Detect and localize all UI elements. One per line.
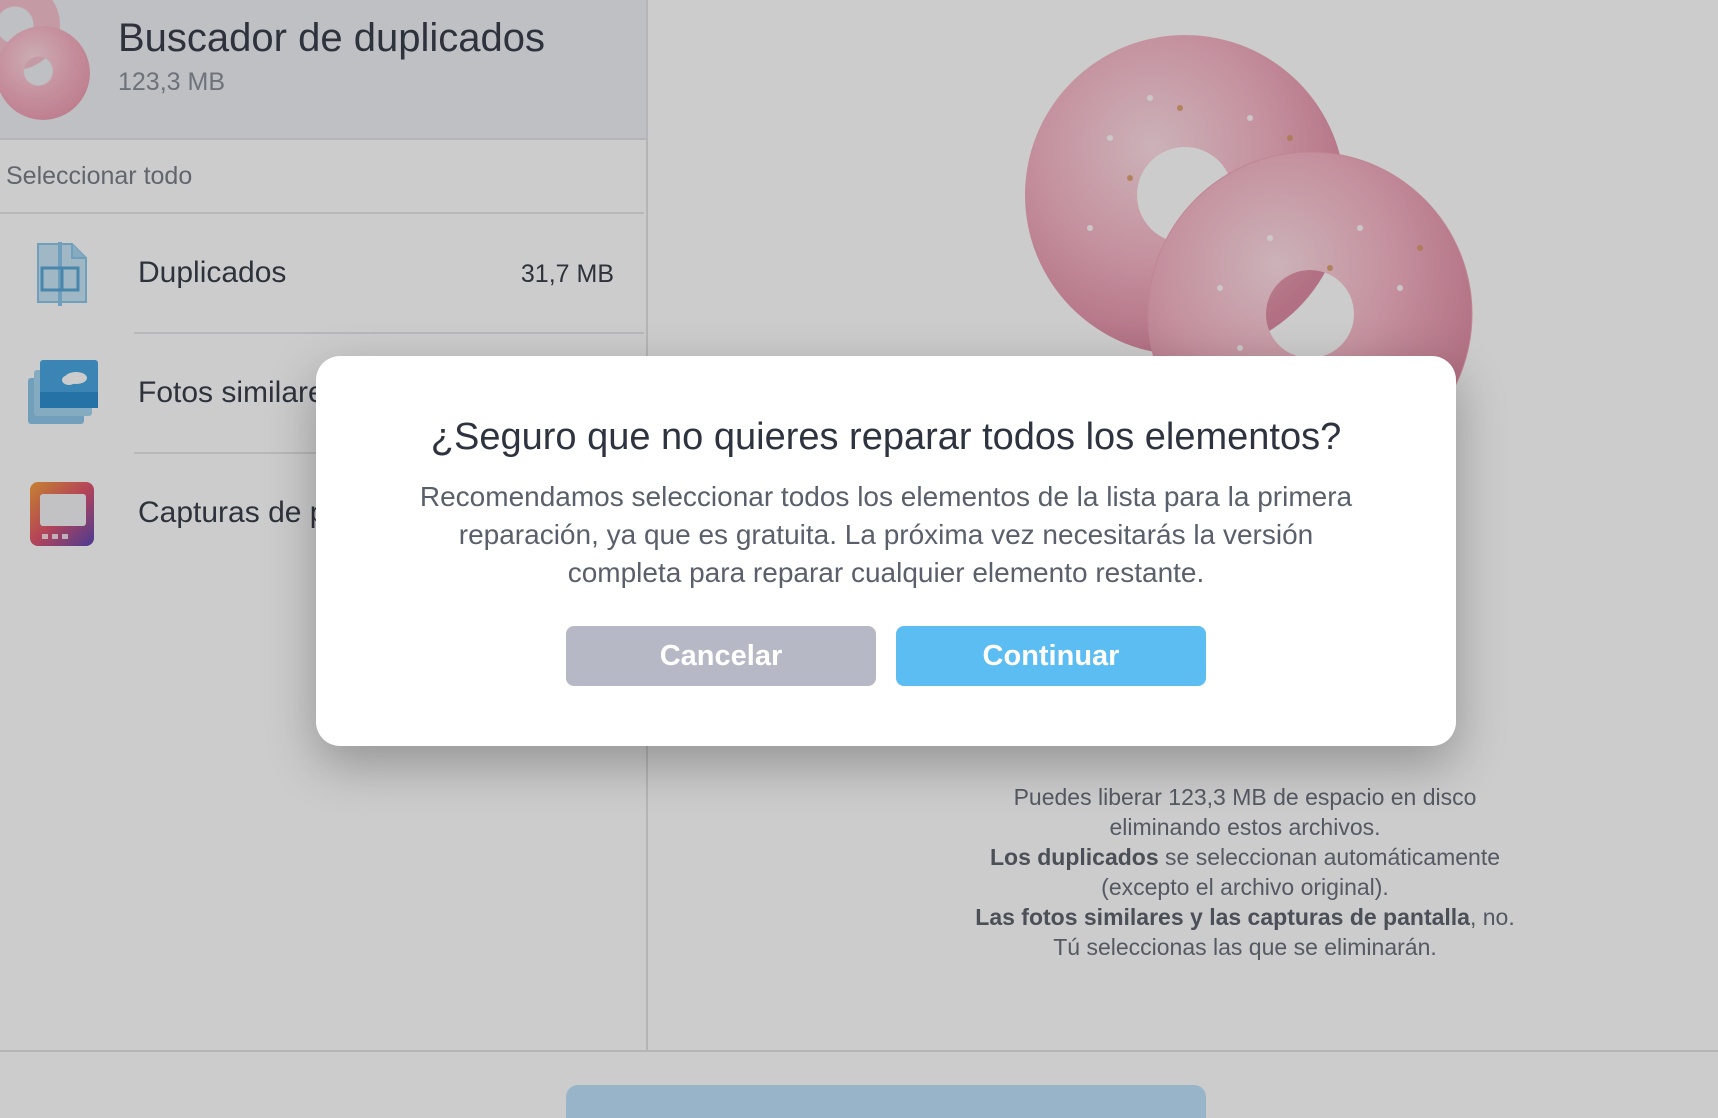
cancel-button[interactable]: Cancelar xyxy=(566,626,876,686)
continue-button[interactable]: Continuar xyxy=(896,626,1206,686)
dialog-message: Recomendamos seleccionar todos los eleme… xyxy=(419,481,1353,588)
confirm-dialog: ¿Seguro que no quieres reparar todos los… xyxy=(316,356,1456,746)
app-window: Buscador de duplicados 123,3 MB Seleccio… xyxy=(0,0,1718,1118)
dialog-title: ¿Seguro que no quieres reparar todos los… xyxy=(430,416,1342,458)
